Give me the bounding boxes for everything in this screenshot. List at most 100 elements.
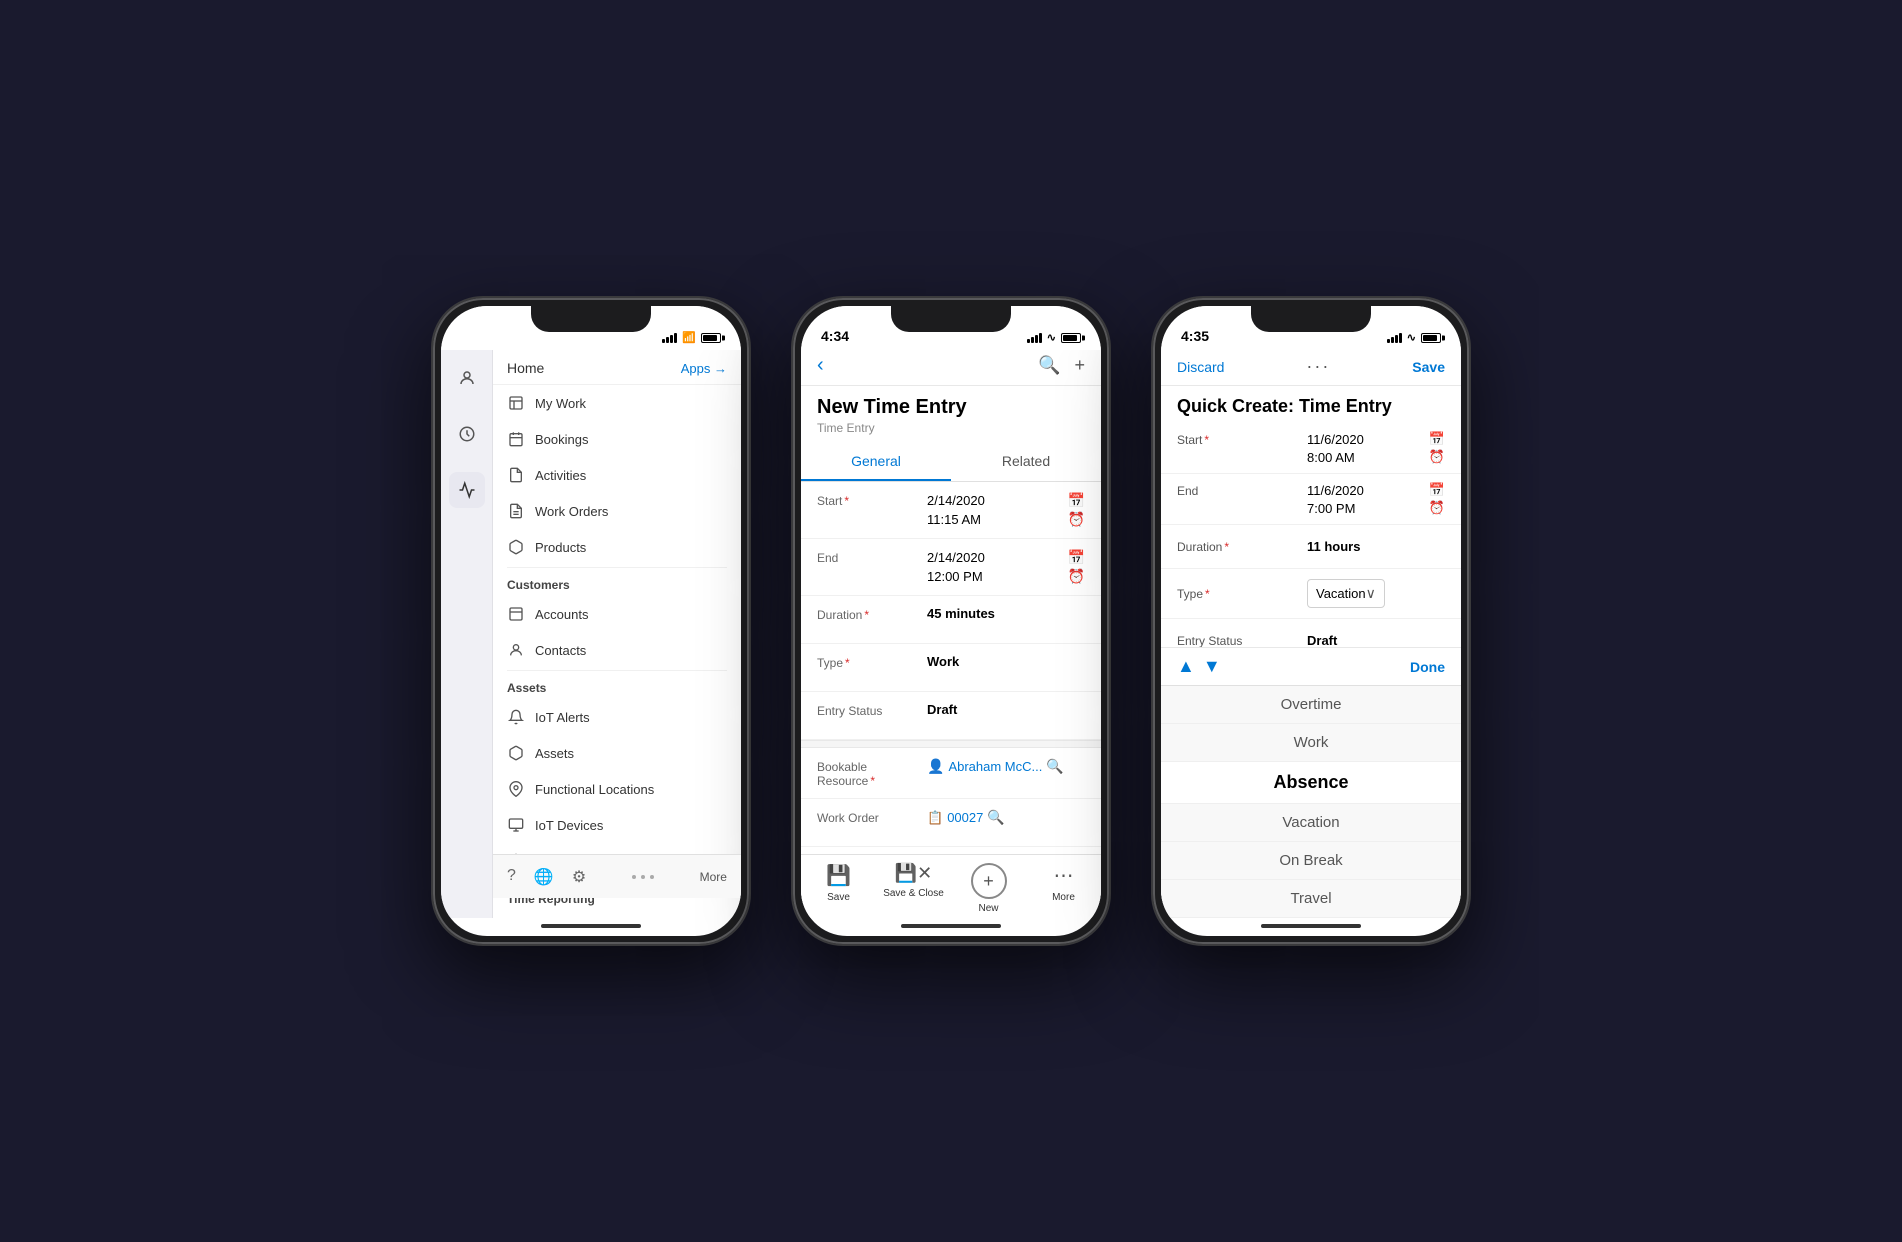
- quick-duration-required: *: [1224, 540, 1229, 554]
- quick-end-date: 11/6/2020: [1307, 483, 1364, 498]
- nav-item-products[interactable]: Products: [493, 529, 741, 565]
- nav-content: Home Apps → My Work: [493, 350, 741, 918]
- new-button[interactable]: + New: [951, 863, 1026, 914]
- nav-item-accounts[interactable]: Accounts: [493, 596, 741, 632]
- nav-item-activities[interactable]: Activities: [493, 457, 741, 493]
- field-end: End 2/14/2020 📅 12:00 PM ⏰: [801, 539, 1101, 596]
- iot-devices-label: IoT Devices: [535, 818, 603, 833]
- search-icon-work-order[interactable]: 🔍: [987, 809, 1004, 826]
- bookings-label: Bookings: [535, 432, 588, 447]
- more-label-form: More: [1052, 892, 1075, 903]
- status-icons-2: ∿: [1027, 331, 1081, 344]
- calendar-icon-quick-end[interactable]: 📅: [1429, 482, 1445, 498]
- type-required: *: [845, 656, 850, 670]
- start-value[interactable]: 2/14/2020 📅 11:15 AM ⏰: [927, 492, 1085, 528]
- iot-alerts-icon: [507, 708, 525, 726]
- entry-status-value[interactable]: Draft: [927, 702, 1085, 717]
- quick-header: Discard ··· Save: [1161, 350, 1461, 386]
- tab-related[interactable]: Related: [951, 443, 1101, 481]
- nav-item-contacts[interactable]: Contacts: [493, 632, 741, 668]
- done-button[interactable]: Done: [1410, 659, 1445, 675]
- my-work-icon: [507, 394, 525, 412]
- search-icon-form[interactable]: 🔍: [1038, 355, 1060, 376]
- clock-icon-quick-start[interactable]: ⏰: [1429, 449, 1445, 465]
- more-dots-button[interactable]: ···: [1306, 356, 1330, 377]
- field-work-order: Work Order 📋 00027 🔍: [801, 799, 1101, 847]
- discard-button[interactable]: Discard: [1177, 359, 1224, 375]
- assets-label: Assets: [535, 746, 574, 761]
- nav-item-iot-alerts[interactable]: IoT Alerts: [493, 699, 741, 735]
- up-arrow[interactable]: ▲: [1177, 656, 1195, 677]
- nav-item-bookings[interactable]: Bookings: [493, 421, 741, 457]
- clock-icon-quick-end[interactable]: ⏰: [1429, 500, 1445, 516]
- down-arrow[interactable]: ▼: [1203, 656, 1221, 677]
- duration-value[interactable]: 45 minutes: [927, 606, 1085, 621]
- calendar-icon-end[interactable]: 📅: [1068, 549, 1085, 566]
- work-order-label: Work Order: [817, 809, 927, 825]
- more-button-form[interactable]: ⋯ More: [1026, 863, 1101, 914]
- more-icon: ⋯: [1054, 863, 1074, 888]
- more-label-phone1[interactable]: More: [700, 870, 727, 884]
- save-close-icon: 💾✕: [895, 863, 933, 884]
- quick-start-time: 8:00 AM: [1307, 450, 1355, 465]
- save-icon: 💾: [826, 863, 851, 888]
- quick-duration-label: Duration*: [1177, 540, 1307, 554]
- functional-locations-icon: [507, 780, 525, 798]
- apps-link[interactable]: Apps →: [681, 361, 727, 376]
- work-order-value[interactable]: 📋 00027 🔍: [927, 809, 1085, 826]
- form-title: New Time Entry: [817, 396, 1085, 419]
- globe-icon[interactable]: 🌐: [534, 867, 554, 887]
- nav-item-assets[interactable]: Assets: [493, 735, 741, 771]
- type-dropdown[interactable]: Vacation ∨: [1307, 579, 1385, 608]
- type-label: Type*: [817, 654, 927, 670]
- signal-icon-3: [1387, 333, 1402, 343]
- type-option-overtime[interactable]: Overtime: [1161, 686, 1461, 724]
- type-option-on-break[interactable]: On Break: [1161, 842, 1461, 880]
- calendar-icon-quick-start[interactable]: 📅: [1429, 431, 1445, 447]
- quick-entry-status-value[interactable]: Draft: [1307, 633, 1445, 647]
- nav-item-functional-locations[interactable]: Functional Locations: [493, 771, 741, 807]
- search-icon-resource[interactable]: 🔍: [1046, 758, 1063, 775]
- add-icon-form[interactable]: +: [1074, 355, 1085, 376]
- save-close-button[interactable]: 💾✕ Save & Close: [876, 863, 951, 914]
- type-option-travel[interactable]: Travel: [1161, 880, 1461, 918]
- settings-icon[interactable]: ⚙: [572, 867, 586, 887]
- duration-required: *: [864, 608, 869, 622]
- bookable-resource-value[interactable]: 👤 Abraham McC... 🔍: [927, 758, 1085, 775]
- home-link[interactable]: Home: [507, 360, 544, 376]
- status-time-2: 4:34: [821, 328, 849, 344]
- work-orders-icon: [507, 502, 525, 520]
- assets-icon: [507, 744, 525, 762]
- type-value[interactable]: Work: [927, 654, 1085, 669]
- sidebar-person-icon[interactable]: [449, 360, 485, 396]
- clock-icon-end[interactable]: ⏰: [1068, 568, 1085, 585]
- nav-item-time-off-requests[interactable]: Time Off Requests: [493, 910, 741, 918]
- type-option-absence[interactable]: Absence: [1161, 762, 1461, 804]
- quick-duration-value[interactable]: 11 hours: [1307, 539, 1445, 554]
- functional-locations-label: Functional Locations: [535, 782, 654, 797]
- type-option-vacation[interactable]: Vacation: [1161, 804, 1461, 842]
- nav-item-my-work[interactable]: My Work: [493, 385, 741, 421]
- home-indicator-2: [901, 924, 1001, 928]
- iot-alerts-label: IoT Alerts: [535, 710, 590, 725]
- help-icon[interactable]: ?: [507, 867, 516, 887]
- new-label: New: [978, 903, 998, 914]
- sidebar-clock-icon[interactable]: [449, 416, 485, 452]
- form-nav-actions: 🔍 +: [1038, 355, 1085, 376]
- back-button[interactable]: ‹: [817, 354, 824, 377]
- end-value[interactable]: 2/14/2020 📅 12:00 PM ⏰: [927, 549, 1085, 585]
- save-button-quick[interactable]: Save: [1412, 359, 1445, 375]
- divider-1: [507, 567, 727, 568]
- quick-end-value[interactable]: 11/6/2020 📅 7:00 PM ⏰: [1307, 482, 1445, 516]
- nav-item-work-orders[interactable]: Work Orders: [493, 493, 741, 529]
- clock-icon-start[interactable]: ⏰: [1068, 511, 1085, 528]
- nav-item-iot-devices[interactable]: IoT Devices: [493, 807, 741, 843]
- calendar-icon-start[interactable]: 📅: [1068, 492, 1085, 509]
- work-orders-label: Work Orders: [535, 504, 608, 519]
- tab-general[interactable]: General: [801, 443, 951, 481]
- type-option-work[interactable]: Work: [1161, 724, 1461, 762]
- sidebar-chart-icon[interactable]: [449, 472, 485, 508]
- quick-start-value[interactable]: 11/6/2020 📅 8:00 AM ⏰: [1307, 431, 1445, 465]
- duration-label: Duration*: [817, 606, 927, 622]
- save-button[interactable]: 💾 Save: [801, 863, 876, 914]
